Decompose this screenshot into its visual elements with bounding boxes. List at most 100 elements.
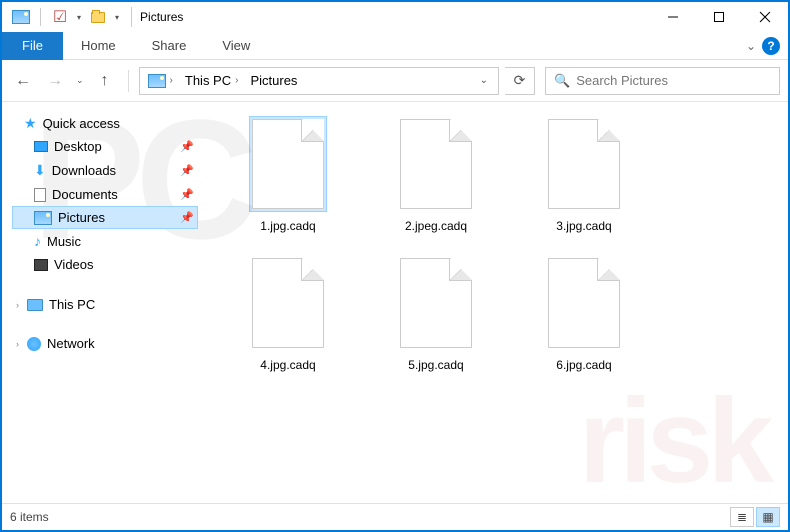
file-icon-wrap [545, 116, 623, 212]
sidebar-item-music[interactable]: ♪ Music [12, 229, 198, 253]
picture-icon [34, 211, 52, 225]
document-icon [34, 188, 46, 202]
qat-customize-dropdown[interactable]: ▾ [115, 13, 119, 22]
file-icon-wrap [397, 116, 475, 212]
close-button[interactable] [742, 2, 788, 32]
file-name: 1.jpg.cadq [238, 219, 338, 233]
forward-button[interactable]: → [42, 68, 68, 94]
qat-newfolder-icon[interactable] [87, 6, 109, 28]
back-button[interactable]: ← [10, 68, 36, 94]
address-bar-row: ← → ⌄ ↑ › This PC › Pictures ⌄ ⟳ 🔍 Search… [2, 60, 788, 102]
minimize-icon [667, 11, 679, 23]
file-icon-wrap [545, 255, 623, 351]
body: ★ Quick access Desktop 📌 ⬇ Downloads 📌 Docu… [2, 102, 788, 503]
details-view-button[interactable]: ≣ [730, 507, 754, 527]
search-placeholder: Search Pictures [576, 73, 668, 88]
video-icon [34, 259, 48, 271]
file-item[interactable]: 4.jpg.cadq [238, 255, 338, 372]
file-item[interactable]: 1.jpg.cadq [238, 116, 338, 233]
icons-view-button[interactable]: ▦ [756, 507, 780, 527]
file-item[interactable]: 5.jpg.cadq [386, 255, 486, 372]
nav-label: Pictures [58, 210, 105, 225]
qat-properties-icon[interactable]: ☑ [49, 6, 71, 28]
search-icon: 🔍 [554, 73, 570, 89]
breadcrumb-root-icon[interactable]: › [144, 74, 177, 88]
navigation-pane: ★ Quick access Desktop 📌 ⬇ Downloads 📌 Docu… [2, 102, 202, 503]
pin-icon: 📌 [180, 140, 194, 153]
file-icon [548, 258, 620, 348]
recent-locations-dropdown[interactable]: ⌄ [74, 75, 86, 86]
file-item[interactable]: 2.jpeg.cadq [386, 116, 486, 233]
pin-icon: 📌 [180, 211, 194, 224]
file-icon-wrap [249, 116, 327, 212]
file-name: 6.jpg.cadq [534, 358, 634, 372]
breadcrumb-thispc[interactable]: This PC › [181, 73, 243, 88]
ribbon: File Home Share View ⌄ ? [2, 32, 788, 60]
music-icon: ♪ [34, 233, 41, 249]
download-icon: ⬇ [34, 162, 46, 179]
sidebar-item-documents[interactable]: Documents📌 [12, 183, 198, 206]
file-list[interactable]: 1.jpg.cadq 2.jpeg.cadq 3.jpg.cadq 4.jpg.… [202, 102, 788, 503]
nav-group-thispc: › This PC [12, 294, 198, 315]
statusbar: 6 items ≣ ▦ [2, 503, 788, 530]
title-separator [131, 7, 132, 27]
nav-group-quickaccess: ★ Quick access Desktop 📌 ⬇ Downloads 📌 Docu… [12, 112, 198, 276]
sidebar-item-desktop[interactable]: Desktop 📌 [12, 135, 198, 158]
nav-group-network: › Network [12, 333, 198, 354]
help-icon[interactable]: ? [762, 37, 780, 55]
nav-label: Music [47, 234, 81, 249]
pin-icon: 📌 [180, 188, 194, 201]
desktop-icon [34, 141, 48, 152]
tab-share[interactable]: Share [134, 32, 205, 60]
tab-view[interactable]: View [204, 32, 268, 60]
file-item[interactable]: 3.jpg.cadq [534, 116, 634, 233]
tab-home[interactable]: Home [63, 32, 134, 60]
breadcrumb-pictures[interactable]: Pictures [246, 73, 301, 88]
maximize-button[interactable] [696, 2, 742, 32]
sidebar-item-videos[interactable]: Videos [12, 253, 198, 276]
pin-icon: 📌 [180, 164, 194, 177]
maximize-icon [713, 11, 725, 23]
network-icon [27, 337, 41, 351]
file-item[interactable]: 6.jpg.cadq [534, 255, 634, 372]
search-input[interactable]: 🔍 Search Pictures [545, 67, 780, 95]
breadcrumb[interactable]: › This PC › Pictures ⌄ [139, 67, 499, 95]
close-icon [759, 11, 771, 23]
file-icon [400, 258, 472, 348]
quick-access-toolbar: ☑ ▾ ▾ [6, 6, 123, 28]
sidebar-item-pictures[interactable]: Pictures 📌 [12, 206, 198, 229]
view-toggles: ≣ ▦ [730, 507, 780, 527]
file-icon-wrap [397, 255, 475, 351]
nav-separator [128, 70, 129, 92]
chevron-right-icon: › [170, 75, 173, 86]
file-name: 2.jpeg.cadq [386, 219, 486, 233]
sidebar-item-downloads[interactable]: ⬇ Downloads 📌 [12, 158, 198, 183]
file-name: 5.jpg.cadq [386, 358, 486, 372]
nav-network-header[interactable]: › Network [12, 333, 198, 354]
breadcrumb-label: Pictures [250, 73, 297, 88]
star-icon: ★ [24, 115, 37, 132]
nav-label: Downloads [52, 163, 116, 178]
minimize-button[interactable] [650, 2, 696, 32]
breadcrumb-dropdown[interactable]: ⌄ [474, 75, 494, 86]
caret-icon: › [16, 339, 19, 349]
file-name: 4.jpg.cadq [238, 358, 338, 372]
nav-label: Desktop [54, 139, 102, 154]
nav-label: Network [47, 336, 95, 351]
window-controls [650, 2, 788, 32]
app-icon[interactable] [10, 6, 32, 28]
file-icon [548, 119, 620, 209]
up-button[interactable]: ↑ [92, 68, 118, 94]
nav-thispc-header[interactable]: › This PC [12, 294, 198, 315]
item-count: 6 items [10, 510, 49, 524]
file-icon [252, 258, 324, 348]
nav-quickaccess-header[interactable]: ★ Quick access [12, 112, 198, 135]
qat-separator [40, 8, 41, 26]
refresh-button[interactable]: ⟳ [505, 67, 535, 95]
file-tab[interactable]: File [2, 32, 63, 60]
expand-ribbon-icon[interactable]: ⌄ [746, 39, 756, 53]
breadcrumb-label: This PC [185, 73, 231, 88]
nav-label: Quick access [43, 116, 120, 131]
chevron-right-icon: › [235, 75, 238, 86]
qat-properties-dropdown[interactable]: ▾ [77, 13, 81, 22]
